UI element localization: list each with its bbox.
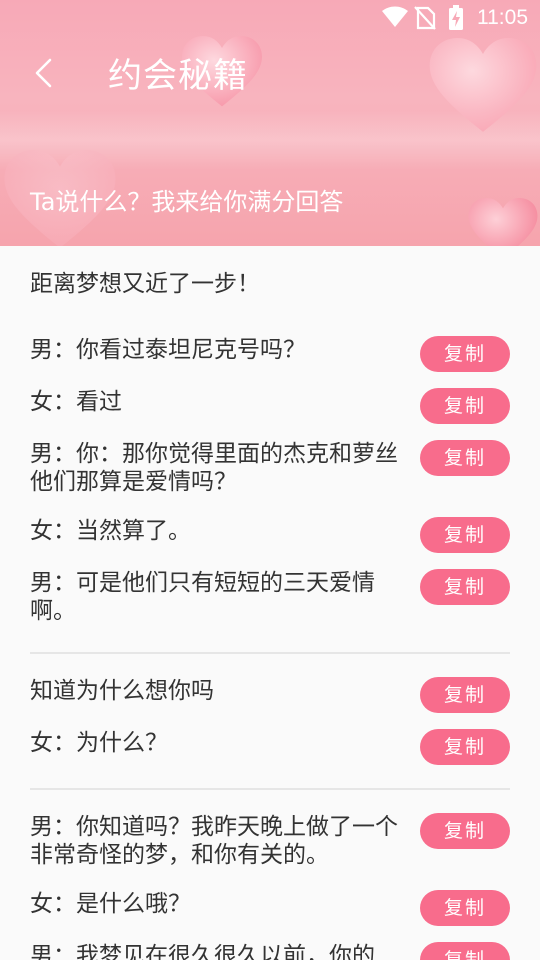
dialogue-line: 男：你知道吗？我昨天晚上做了一个非常奇怪的梦，和你有关的。 bbox=[30, 814, 398, 868]
copy-button[interactable]: 复制 bbox=[420, 569, 510, 605]
copy-button[interactable]: 复制 bbox=[420, 388, 510, 424]
back-button[interactable] bbox=[30, 56, 56, 90]
copy-button[interactable]: 复制 bbox=[420, 336, 510, 372]
copy-button[interactable]: 复制 bbox=[420, 517, 510, 553]
copy-button[interactable]: 复制 bbox=[420, 942, 510, 960]
dialogue-line: 女：看过 bbox=[30, 389, 122, 415]
wifi-icon bbox=[382, 6, 408, 27]
copy-button[interactable]: 复制 bbox=[420, 677, 510, 713]
dialogue-line: 男：可是他们只有短短的三天爱情啊。 bbox=[30, 570, 375, 624]
divider bbox=[30, 788, 510, 790]
dialogue-line: 女：是什么哦？ bbox=[30, 891, 191, 917]
copy-button[interactable]: 复制 bbox=[420, 440, 510, 476]
no-sim-icon bbox=[414, 6, 436, 30]
battery-charging-icon bbox=[449, 5, 463, 30]
page-subtitle: Ta说什么？我来给你满分回答 bbox=[30, 188, 344, 216]
dialogue-line: 女：为什么？ bbox=[30, 730, 168, 756]
divider bbox=[30, 652, 510, 654]
dialogue-line: 男：我梦见在很久很久以前，你的 bbox=[30, 943, 375, 960]
dialogue-line: 女：当然算了。 bbox=[30, 518, 191, 544]
heart-decoration-icon bbox=[429, 38, 537, 132]
copy-button[interactable]: 复制 bbox=[420, 813, 510, 849]
lead-text: 距离梦想又近了一步！ bbox=[30, 271, 260, 297]
copy-button[interactable]: 复制 bbox=[420, 890, 510, 926]
dialogue-line: 男：你看过泰坦尼克号吗？ bbox=[30, 337, 306, 363]
copy-button[interactable]: 复制 bbox=[420, 729, 510, 765]
dialogue-line: 男：你：那你觉得里面的杰克和萝丝他们那算是爱情吗？ bbox=[30, 441, 398, 495]
status-bar: 11:05 bbox=[0, 0, 540, 36]
dialogue-line: 知道为什么想你吗 bbox=[30, 678, 214, 704]
header-banner: 11:05 约会秘籍 Ta说什么？我来给你满分回答 bbox=[0, 0, 540, 246]
page-title: 约会秘籍 bbox=[108, 56, 248, 96]
status-time: 11:05 bbox=[477, 6, 528, 29]
heart-decoration-icon bbox=[468, 198, 538, 246]
main-content: 距离梦想又近了一步！ 男：你看过泰坦尼克号吗？ 复制 女：看过 复制 男：你：那… bbox=[0, 246, 540, 960]
